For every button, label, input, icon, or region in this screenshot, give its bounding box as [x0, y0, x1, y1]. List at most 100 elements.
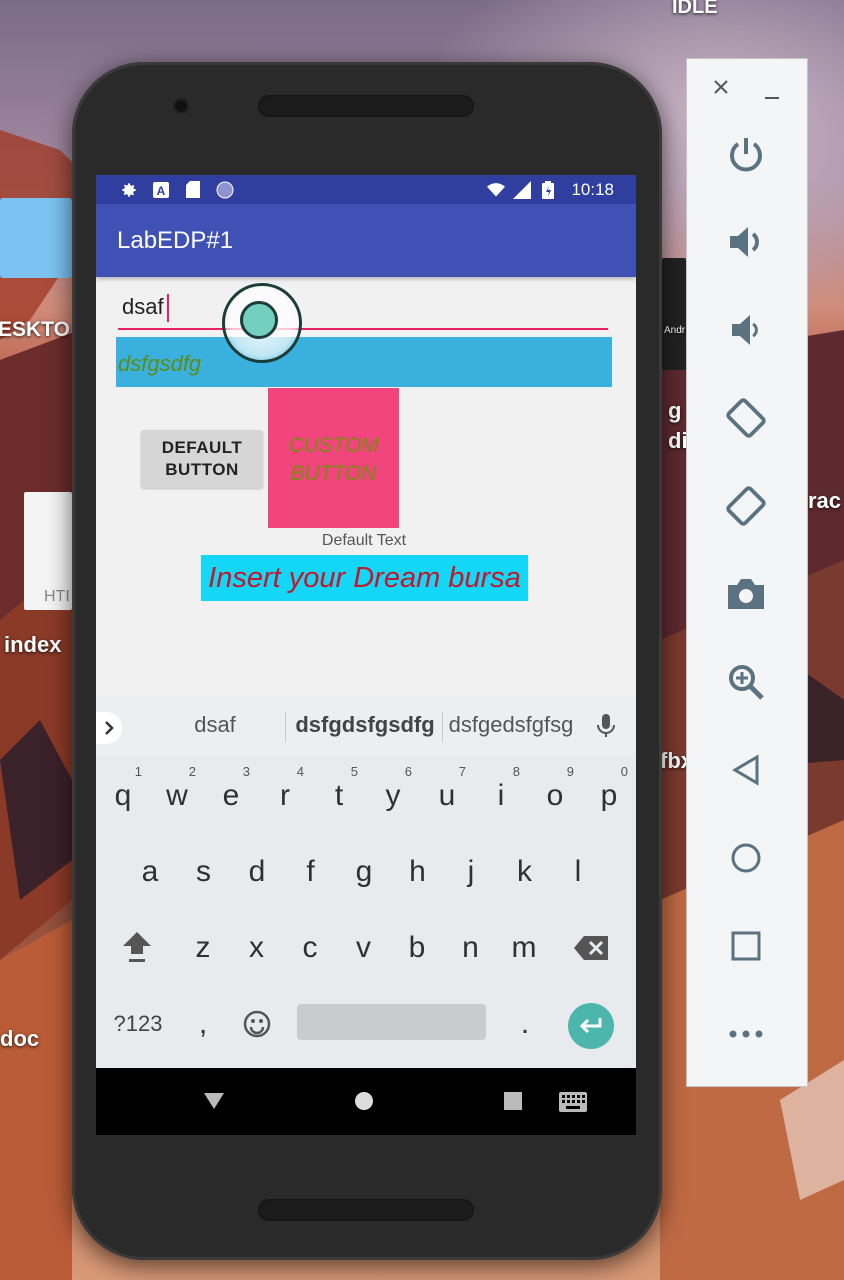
key-x[interactable]: x	[230, 910, 284, 986]
symbols-key[interactable]: ?123	[106, 986, 170, 1062]
volume-up-icon[interactable]	[723, 219, 769, 265]
front-camera	[173, 98, 189, 114]
camera-icon[interactable]	[723, 571, 769, 617]
emulator-toolbar	[686, 58, 808, 1087]
shift-key[interactable]	[110, 910, 164, 986]
svg-text:A: A	[157, 184, 166, 198]
desktop-label[interactable]: di	[668, 428, 688, 454]
zoom-icon[interactable]	[723, 659, 769, 705]
app-title: LabEDP#1	[117, 226, 234, 254]
key-f[interactable]: f	[284, 834, 338, 910]
more-icon[interactable]	[723, 1011, 769, 1057]
suggestion-2[interactable]: dsfgdsfgsdfg	[290, 712, 440, 738]
overview-icon[interactable]	[723, 923, 769, 969]
key-number-hint: 7	[458, 764, 466, 779]
key-p[interactable]: p0	[582, 758, 636, 834]
key-c[interactable]: c	[283, 910, 337, 986]
key-v[interactable]: v	[337, 910, 391, 986]
key-m[interactable]: m	[497, 910, 551, 986]
desktop-label[interactable]: doc	[0, 1026, 39, 1052]
key-letter: w	[166, 779, 188, 812]
backspace-key[interactable]	[564, 910, 618, 986]
key-letter: i	[497, 779, 505, 812]
back-icon[interactable]	[723, 747, 769, 793]
period-key[interactable]: .	[498, 986, 552, 1062]
desktop-label[interactable]: g	[668, 398, 681, 424]
rotate-right-icon[interactable]	[723, 483, 769, 529]
back-icon[interactable]	[204, 1093, 224, 1114]
desktop-label[interactable]: index	[4, 632, 61, 658]
key-n[interactable]: n	[444, 910, 498, 986]
emoji-key[interactable]	[230, 986, 284, 1062]
key-h[interactable]: h	[391, 834, 445, 910]
key-r[interactable]: r4	[258, 758, 312, 834]
desktop-label: Andr	[664, 325, 686, 336]
signal-icon	[513, 180, 532, 199]
text-input-value: dsaf	[122, 294, 164, 319]
expand-chevron-icon[interactable]	[96, 712, 122, 744]
key-z[interactable]: z	[176, 910, 230, 986]
key-number-hint: 4	[296, 764, 304, 779]
recents-icon[interactable]	[504, 1092, 522, 1115]
key-e[interactable]: e3	[204, 758, 258, 834]
settings-icon	[120, 181, 138, 199]
volume-down-icon[interactable]	[723, 307, 769, 353]
suggestion-divider	[285, 712, 286, 742]
custom-button-label: CUSTOM BUTTON	[288, 434, 379, 485]
desktop-label: IDLE	[672, 0, 718, 18]
suggestion-strip: dsaf dsfgdsfgsdfg dsfgedsfgfsg	[96, 696, 636, 756]
text-input-field[interactable]: dsaf	[118, 290, 608, 330]
key-row-3: zxcvbnm	[96, 910, 636, 986]
suggestion-1[interactable]: dsaf	[156, 712, 274, 738]
key-letter: y	[385, 779, 401, 812]
home-icon[interactable]	[354, 1091, 374, 1116]
home-icon[interactable]	[723, 835, 769, 881]
a-icon: A	[152, 181, 170, 199]
key-k[interactable]: k	[498, 834, 552, 910]
key-b[interactable]: b	[390, 910, 444, 986]
key-number-hint: 5	[350, 764, 358, 779]
input-underline	[118, 328, 608, 330]
minimize-icon[interactable]	[765, 81, 779, 107]
custom-button[interactable]: CUSTOM BUTTON	[268, 388, 399, 528]
battery-icon	[539, 180, 557, 199]
suggestion-divider	[442, 712, 443, 742]
desktop-label: HTI	[44, 588, 70, 605]
key-j[interactable]: j	[444, 834, 498, 910]
sd-card-icon	[184, 181, 202, 199]
key-g[interactable]: g	[337, 834, 391, 910]
key-w[interactable]: w2	[150, 758, 204, 834]
key-o[interactable]: o9	[528, 758, 582, 834]
key-number-hint: 1	[134, 764, 142, 779]
key-l[interactable]: l	[551, 834, 605, 910]
rotate-left-icon[interactable]	[723, 395, 769, 441]
styled-textview: dsfgsdfg	[116, 337, 612, 387]
key-u[interactable]: u7	[420, 758, 474, 834]
styled-text: dsfgsdfg	[118, 351, 202, 376]
enter-key[interactable]	[568, 1003, 614, 1049]
space-key[interactable]	[297, 1004, 486, 1040]
desktop-folder-icon[interactable]	[0, 198, 72, 278]
desktop-file-thumbnail[interactable]	[662, 258, 686, 370]
status-time: 10:18	[571, 179, 614, 199]
key-d[interactable]: d	[230, 834, 284, 910]
key-y[interactable]: y6	[366, 758, 420, 834]
key-q[interactable]: q1	[96, 758, 150, 834]
desktop-label[interactable]: rac	[808, 488, 841, 514]
key-i[interactable]: i8	[474, 758, 528, 834]
power-icon[interactable]	[723, 131, 769, 177]
close-icon[interactable]	[713, 75, 729, 101]
circle-icon	[216, 181, 234, 199]
default-button[interactable]: DEFAULT BUTTON	[141, 430, 263, 488]
mic-icon[interactable]	[596, 714, 616, 743]
suggestion-3[interactable]: dsfgedsfgfsg	[446, 712, 576, 738]
bottom-speaker	[258, 1199, 474, 1221]
keyboard-icon[interactable]	[559, 1092, 587, 1117]
key-t[interactable]: t5	[312, 758, 366, 834]
key-number-hint: 6	[404, 764, 412, 779]
key-a[interactable]: a	[123, 834, 177, 910]
comma-key[interactable]: ,	[176, 986, 230, 1062]
desktop-label[interactable]: ESKTO	[0, 318, 70, 342]
key-s[interactable]: s	[177, 834, 231, 910]
key-letter: u	[438, 779, 456, 812]
